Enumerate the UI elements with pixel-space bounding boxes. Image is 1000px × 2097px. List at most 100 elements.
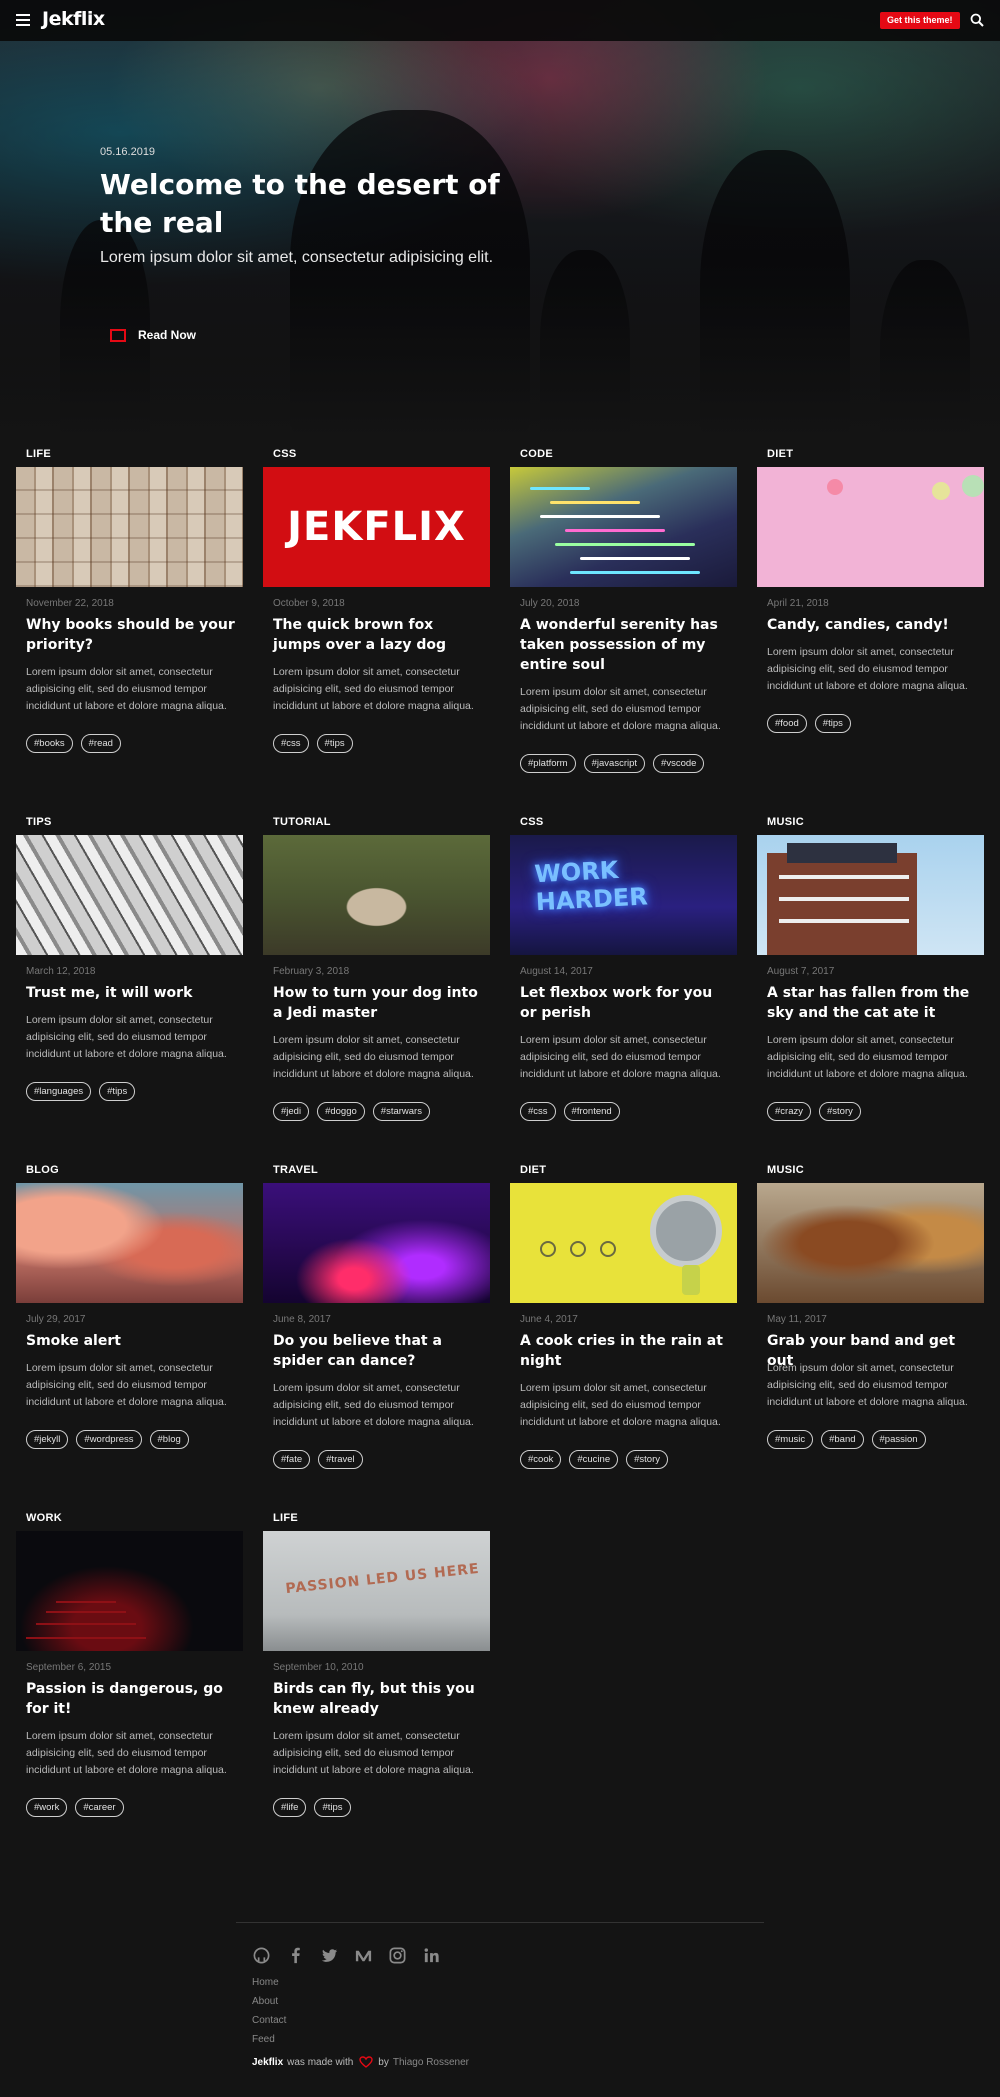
post-thumbnail[interactable] [510,1183,737,1303]
post-title[interactable]: A cook cries in the rain at night [520,1331,730,1371]
tag-chip[interactable]: #blog [149,1430,189,1449]
post-thumbnail[interactable] [16,835,243,955]
tag-chip[interactable]: #travel [318,1450,363,1469]
credit-brand[interactable]: Jekflix [252,2057,283,2068]
facebook-icon[interactable] [286,1946,305,1965]
instagram-icon[interactable] [388,1946,407,1965]
footer-link-feed[interactable]: Feed [252,2030,286,2049]
post-category[interactable]: CODE [520,448,553,460]
twitter-icon[interactable] [320,1946,339,1965]
tag-chip[interactable]: #javascript [583,754,646,773]
tag-chip[interactable]: #css [520,1102,556,1121]
post-title[interactable]: Passion is dangerous, go for it! [26,1679,236,1719]
post-thumbnail[interactable] [757,1183,984,1303]
post-category[interactable]: TRAVEL [273,1164,318,1176]
post-thumbnail[interactable] [510,467,737,587]
tag-chip[interactable]: #food [767,714,807,733]
post-title[interactable]: Why books should be your priority? [26,615,236,655]
hero-title[interactable]: Welcome to the desert of the real [100,166,500,242]
post-title[interactable]: Birds can fly, but this you knew already [273,1679,483,1719]
read-now-label: Read Now [138,328,197,342]
tag-chip[interactable]: #crazy [767,1102,811,1121]
tag-chip[interactable]: #band [821,1430,864,1449]
credit-author[interactable]: Thiago Rossener [393,2057,469,2068]
post-title[interactable]: Smoke alert [26,1331,236,1351]
tag-chip[interactable]: #css [273,734,309,753]
post-title[interactable]: How to turn your dog into a Jedi master [273,983,483,1023]
tag-chip[interactable]: #music [767,1430,814,1449]
post-tags: #work #career [26,1798,124,1817]
tag-chip[interactable]: #wordpress [76,1430,142,1449]
tag-chip[interactable]: #doggo [317,1102,365,1121]
post-tags: #cook #cucine #story [520,1450,668,1469]
post-title[interactable]: Let flexbox work for you or perish [520,983,730,1023]
post-tags: #platform #javascript #vscode [520,754,705,773]
tag-chip[interactable]: #life [273,1798,307,1817]
tag-chip[interactable]: #tips [314,1798,351,1817]
post-thumbnail[interactable]: PASSION LED US HERE [263,1531,490,1651]
footer-nav: Home About Contact Feed [252,1973,286,2049]
post-category[interactable]: MUSIC [767,1164,804,1176]
post-category[interactable]: CSS [520,816,544,828]
tag-chip[interactable]: #cucine [569,1450,619,1469]
post-category[interactable]: LIFE [273,1512,298,1524]
footer-link-home[interactable]: Home [252,1973,286,1992]
post-title[interactable]: A star has fallen from the sky and the c… [767,983,977,1023]
tag-chip[interactable]: #fate [273,1450,311,1469]
medium-icon[interactable] [354,1946,373,1965]
post-category[interactable]: MUSIC [767,816,804,828]
post-thumbnail[interactable] [16,1531,243,1651]
tag-chip[interactable]: #tips [814,714,851,733]
search-icon[interactable] [970,13,984,27]
post-thumbnail[interactable] [757,467,984,587]
post-title[interactable]: Do you believe that a spider can dance? [273,1331,483,1371]
tag-chip[interactable]: #vscode [653,754,705,773]
tag-chip[interactable]: #read [80,734,121,753]
github-icon[interactable] [252,1946,271,1965]
post-title[interactable]: The quick brown fox jumps over a lazy do… [273,615,483,655]
tag-chip[interactable]: #work [26,1798,68,1817]
post-category[interactable]: TUTORIAL [273,816,331,828]
post-category[interactable]: WORK [26,1512,62,1524]
post-category[interactable]: CSS [273,448,297,460]
get-theme-button[interactable]: Get this theme! [880,12,960,29]
post-category[interactable]: BLOG [26,1164,59,1176]
tag-chip[interactable]: #cook [520,1450,562,1469]
tag-chip[interactable]: #tips [316,734,353,753]
footer-link-contact[interactable]: Contact [252,2011,286,2030]
post-thumbnail[interactable] [263,835,490,955]
post-excerpt: Lorem ipsum dolor sit amet, consectetur … [767,1362,968,1408]
menu-icon[interactable] [16,14,30,26]
tag-chip[interactable]: #languages [26,1082,92,1101]
tag-chip[interactable]: #story [626,1450,668,1469]
post-thumbnail[interactable] [263,1183,490,1303]
post-thumbnail[interactable] [757,835,984,955]
tag-chip[interactable]: #starwars [372,1102,430,1121]
post-thumbnail[interactable]: WORK HARDER [510,835,737,955]
post-category[interactable]: LIFE [26,448,51,460]
tag-chip[interactable]: #story [818,1102,861,1121]
post-date: February 3, 2018 [273,966,350,977]
post-category[interactable]: TIPS [26,816,52,828]
site-logo[interactable]: Jekflix [42,8,105,30]
tag-chip[interactable]: #jekyll [26,1430,69,1449]
post-tags: #css #frontend [520,1102,620,1121]
tag-chip[interactable]: #tips [99,1082,136,1101]
post-title[interactable]: A wonderful serenity has taken possessio… [520,615,730,675]
tag-chip[interactable]: #career [75,1798,124,1817]
read-now-button[interactable]: Read Now [110,325,196,345]
post-title[interactable]: Candy, candies, candy! [767,615,977,635]
post-category[interactable]: DIET [767,448,793,460]
post-thumbnail[interactable]: JEKFLIX [263,467,490,587]
tag-chip[interactable]: #jedi [273,1102,310,1121]
tag-chip[interactable]: #passion [871,1430,926,1449]
tag-chip[interactable]: #books [26,734,73,753]
post-thumbnail[interactable] [16,1183,243,1303]
tag-chip[interactable]: #frontend [563,1102,620,1121]
linkedin-icon[interactable] [422,1946,441,1965]
tag-chip[interactable]: #platform [520,754,576,773]
post-category[interactable]: DIET [520,1164,546,1176]
footer-link-about[interactable]: About [252,1992,286,2011]
post-title[interactable]: Trust me, it will work [26,983,236,1003]
post-thumbnail[interactable] [16,467,243,587]
